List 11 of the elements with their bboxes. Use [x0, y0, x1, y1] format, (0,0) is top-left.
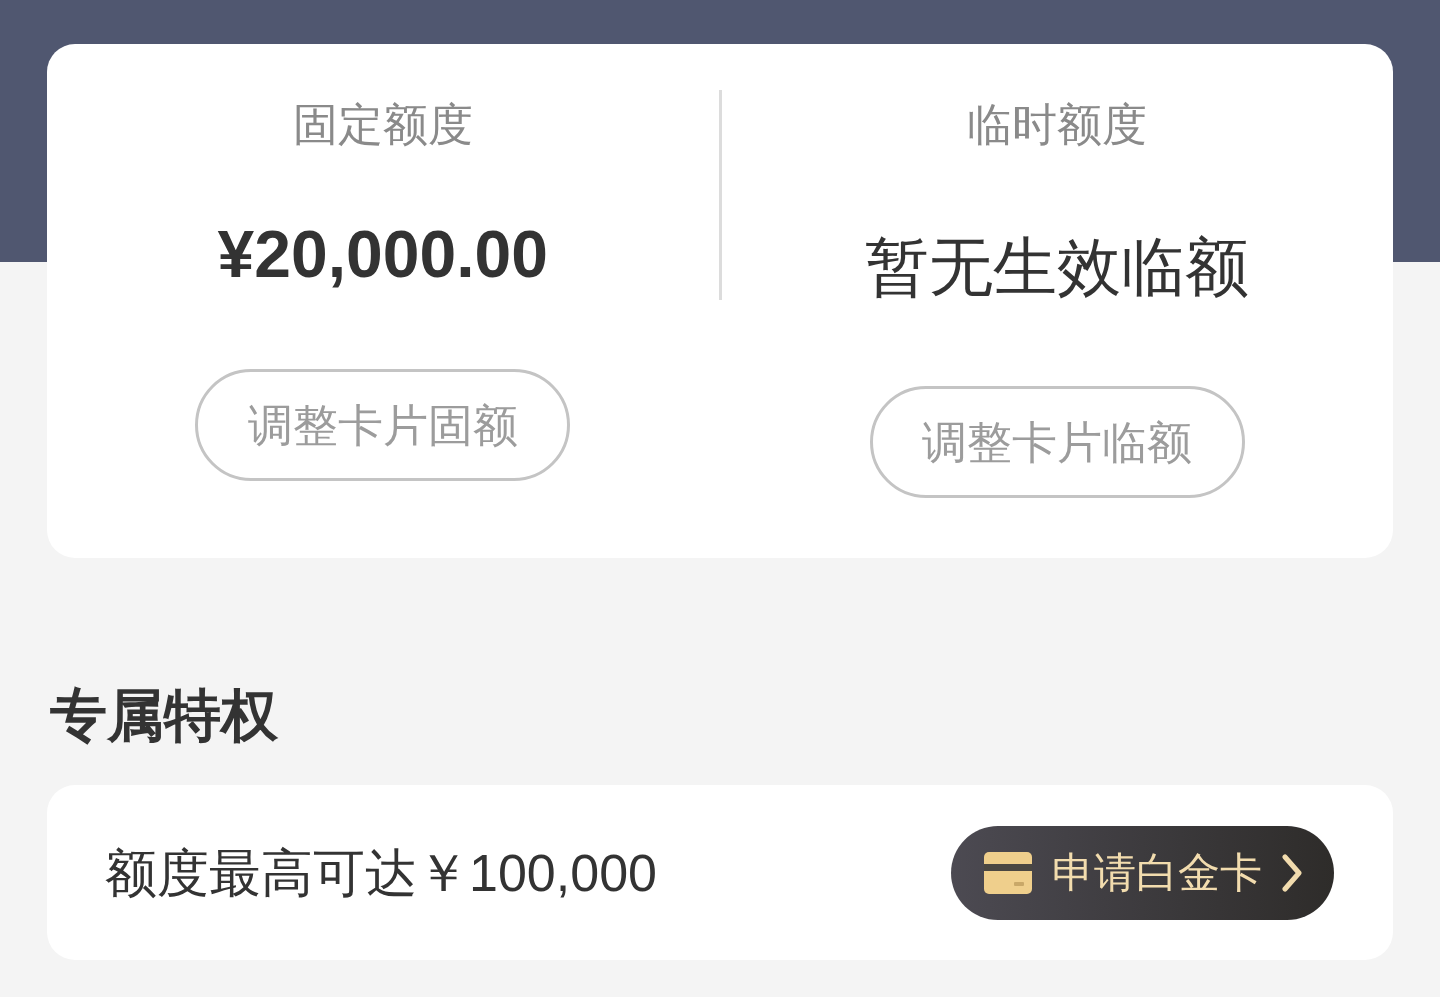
adjust-limit-button[interactable]: 调整卡片固额	[195, 369, 571, 481]
limit-status-text: 暂无生效临额	[865, 235, 1250, 299]
chevron-right-icon	[1281, 853, 1302, 892]
adjust-limit-button[interactable]: 调整卡片临额	[869, 386, 1245, 498]
privilege-text: 额度最高可达￥100,000	[105, 846, 657, 899]
limit-title: 临时额度	[967, 102, 1148, 147]
card-icon	[983, 851, 1032, 894]
section-heading: 专属特权	[50, 687, 278, 744]
limit-amount: ¥20,000.00	[217, 221, 548, 287]
apply-card-button[interactable]: 申请白金卡	[951, 825, 1334, 920]
limit-title: 固定额度	[292, 102, 473, 147]
